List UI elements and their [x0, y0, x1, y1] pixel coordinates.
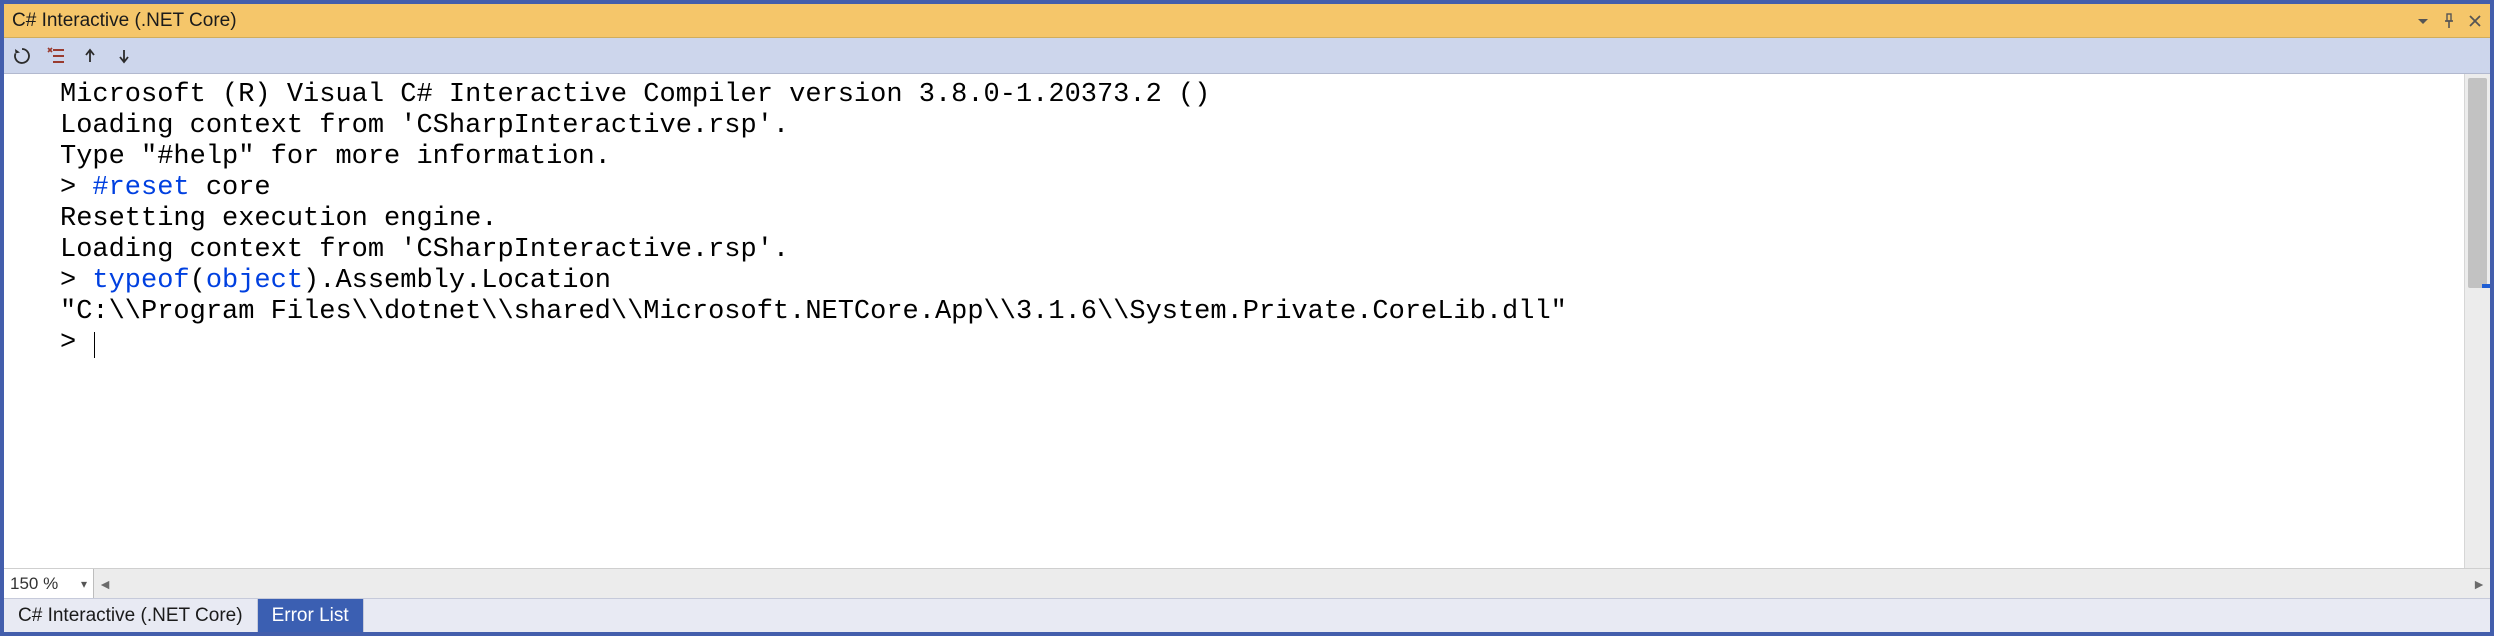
zoom-level-text: 150 % — [10, 574, 58, 594]
scrollbar-track[interactable] — [116, 569, 2468, 598]
tab-csharp-interactive[interactable]: C# Interactive (.NET Core) — [4, 599, 258, 632]
tab-error-list[interactable]: Error List — [258, 599, 364, 632]
close-icon[interactable] — [2468, 14, 2482, 28]
title-bar: C# Interactive (.NET Core) — [4, 4, 2490, 38]
vertical-scrollbar[interactable] — [2464, 74, 2490, 568]
scroll-left-icon[interactable]: ◄ — [94, 569, 116, 598]
repl-line: Type "#help" for more information. — [60, 142, 2464, 173]
repl-line: > typeof(object).Assembly.Location — [60, 266, 2464, 297]
repl-line: > #reset core — [60, 173, 2464, 204]
history-down-button[interactable] — [112, 44, 136, 68]
toolbar — [4, 38, 2490, 74]
caret — [94, 332, 95, 358]
window-menu-icon[interactable] — [2416, 14, 2430, 28]
scrollbar-caret-mark — [2482, 284, 2490, 288]
repl-editor[interactable]: Microsoft (R) Visual C# Interactive Comp… — [4, 74, 2464, 568]
window-controls — [2416, 13, 2482, 29]
repl-line: Microsoft (R) Visual C# Interactive Comp… — [60, 80, 2464, 111]
repl-line: > — [60, 328, 2464, 359]
csharp-interactive-window: C# Interactive (.NET Core) — [0, 0, 2494, 636]
zoom-level-dropdown[interactable]: 150 % ▾ — [4, 569, 94, 598]
scroll-right-icon[interactable]: ► — [2468, 569, 2490, 598]
reset-button[interactable] — [10, 44, 34, 68]
clear-button[interactable] — [44, 44, 68, 68]
tab-label: C# Interactive (.NET Core) — [18, 605, 243, 627]
footer-row: 150 % ▾ ◄ ► — [4, 568, 2490, 598]
horizontal-scrollbar[interactable]: ◄ ► — [94, 569, 2490, 598]
tab-label: Error List — [272, 605, 349, 627]
tab-strip: C# Interactive (.NET Core) Error List — [4, 598, 2490, 632]
chevron-down-icon: ▾ — [81, 577, 87, 591]
scrollbar-thumb[interactable] — [2468, 78, 2487, 288]
history-up-button[interactable] — [78, 44, 102, 68]
repl-line: Loading context from 'CSharpInteractive.… — [60, 111, 2464, 142]
repl-line: "C:\\Program Files\\dotnet\\shared\\Micr… — [60, 297, 2464, 328]
pin-icon[interactable] — [2442, 13, 2456, 29]
repl-line: Loading context from 'CSharpInteractive.… — [60, 235, 2464, 266]
window-title: C# Interactive (.NET Core) — [12, 10, 2416, 32]
repl-line: Resetting execution engine. — [60, 204, 2464, 235]
content-area: Microsoft (R) Visual C# Interactive Comp… — [4, 74, 2490, 568]
